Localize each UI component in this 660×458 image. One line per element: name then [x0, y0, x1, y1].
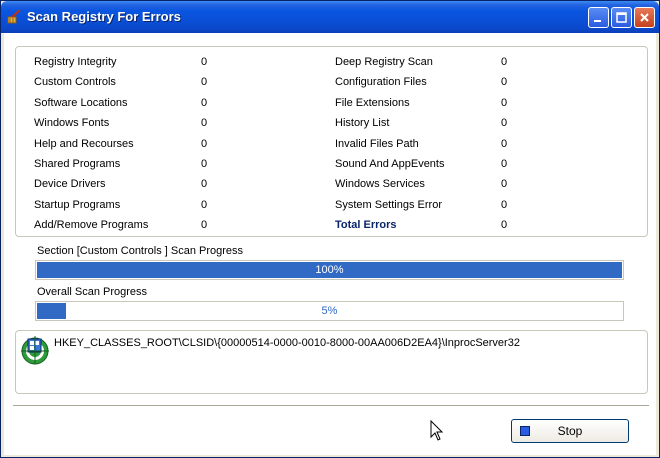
stat-label: Device Drivers [34, 178, 106, 190]
registry-scan-icon [21, 336, 49, 365]
stop-button-label: Stop [557, 424, 583, 438]
close-button[interactable] [634, 7, 655, 28]
stat-value: 0 [201, 97, 208, 109]
stat-label: Registry Integrity [34, 56, 117, 68]
stat-label: Add/Remove Programs [34, 219, 149, 231]
stat-label: Windows Fonts [34, 117, 110, 129]
stat-label: Deep Registry Scan [335, 56, 433, 68]
close-icon [640, 13, 649, 22]
stat-value: 0 [201, 219, 208, 231]
stat-value: 0 [201, 138, 208, 150]
stat-label: Custom Controls [34, 76, 116, 88]
stat-label: History List [335, 117, 390, 129]
stat-value: 0 [501, 199, 508, 211]
stop-button[interactable]: Stop [511, 419, 629, 443]
total-errors-value: 0 [501, 219, 508, 231]
minimize-icon [594, 20, 601, 22]
stat-label: Software Locations [34, 97, 128, 109]
stat-label: Shared Programs [34, 158, 121, 170]
stat-value: 0 [201, 76, 208, 88]
stat-label: Invalid Files Path [335, 138, 419, 150]
stat-value: 0 [501, 178, 508, 190]
stat-label: System Settings Error [335, 199, 442, 211]
stat-value: 0 [201, 56, 208, 68]
stat-value: 0 [201, 158, 208, 170]
app-broom-icon [7, 9, 21, 24]
content-area: Registry Integrity 0 Custom Controls 0 S… [4, 33, 656, 455]
stat-value: 0 [201, 199, 208, 211]
section-progress-bar: 100% [35, 260, 624, 280]
stat-label: Help and Recourses [34, 138, 134, 150]
stat-value: 0 [501, 76, 508, 88]
maximize-icon [616, 12, 627, 23]
overall-progress-bar: 5% [35, 301, 624, 321]
maximize-button[interactable] [611, 7, 632, 28]
scan-registry-window: Scan Registry For Errors Registry Integr… [0, 0, 660, 458]
stat-label: File Extensions [335, 97, 410, 109]
stat-value: 0 [201, 178, 208, 190]
stat-value: 0 [501, 117, 508, 129]
stat-label: Configuration Files [335, 76, 427, 88]
stat-value: 0 [501, 158, 508, 170]
current-path-panel: HKEY_CLASSES_ROOT\CLSID\{00000514-0000-0… [15, 330, 648, 394]
divider [13, 405, 649, 409]
section-progress-label: Section [Custom Controls ] Scan Progress [37, 245, 244, 257]
overall-progress-label: Overall Scan Progress [37, 286, 148, 298]
section-progress-text: 100% [315, 264, 344, 276]
stats-panel: Registry Integrity 0 Custom Controls 0 S… [15, 46, 648, 237]
title-bar[interactable]: Scan Registry For Errors [1, 1, 659, 33]
stat-label: Sound And AppEvents [335, 158, 445, 170]
current-registry-path: HKEY_CLASSES_ROOT\CLSID\{00000514-0000-0… [54, 337, 520, 349]
overall-progress-text: 5% [321, 305, 338, 317]
stat-value: 0 [501, 97, 508, 109]
stat-value: 0 [501, 56, 508, 68]
minimize-button[interactable] [588, 7, 609, 28]
window-title: Scan Registry For Errors [27, 9, 181, 24]
total-errors-label: Total Errors [335, 219, 397, 231]
stat-value: 0 [501, 138, 508, 150]
stat-value: 0 [201, 117, 208, 129]
stat-label: Startup Programs [34, 199, 121, 211]
mouse-cursor-icon [430, 420, 444, 441]
stat-label: Windows Services [335, 178, 425, 190]
